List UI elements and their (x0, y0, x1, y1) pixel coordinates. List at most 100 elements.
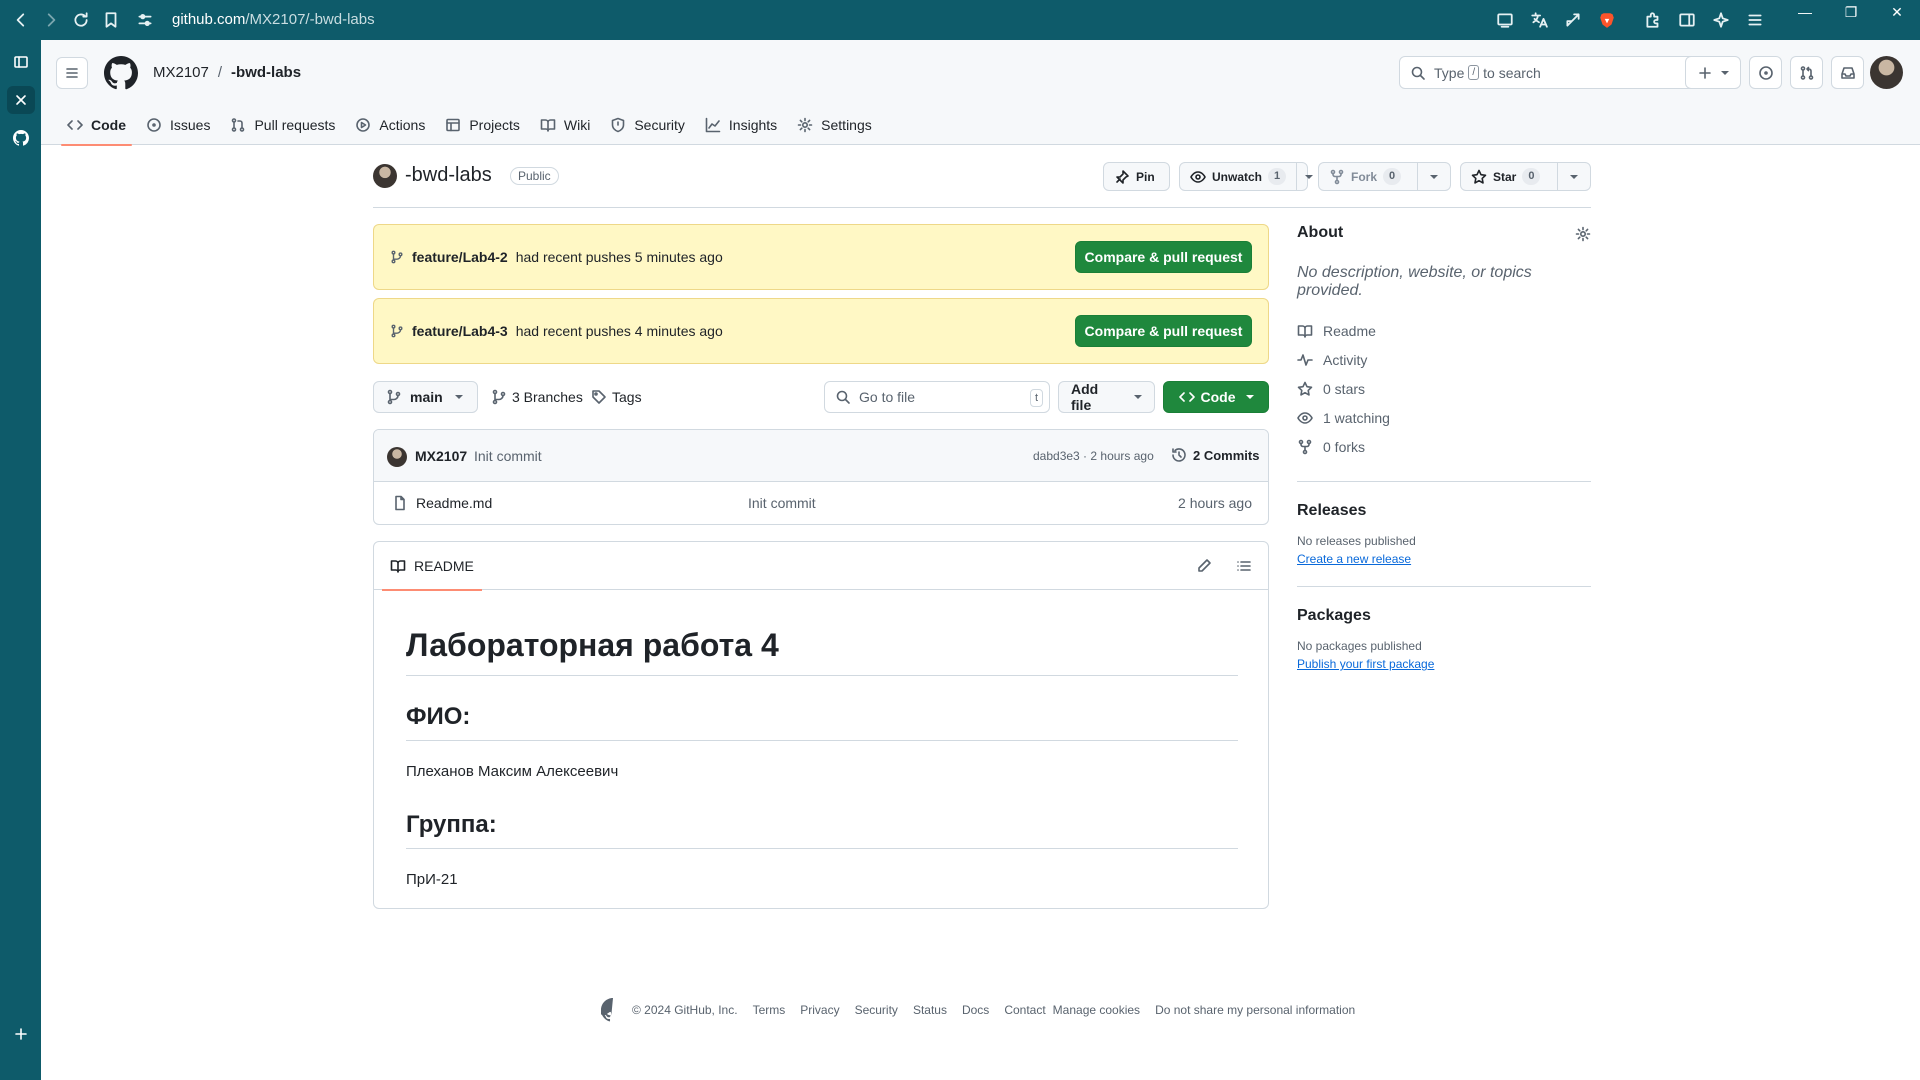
pencil-icon[interactable] (1196, 558, 1212, 574)
list-icon[interactable] (1236, 558, 1252, 574)
tab-projects[interactable]: Projects (435, 104, 530, 145)
create-release-link[interactable]: Create a new release (1297, 552, 1591, 566)
latest-commit-row: MX2107 Init commit dabd3e3 · 2 hours ago… (374, 430, 1268, 482)
footer-link-docs[interactable]: Docs (962, 1003, 989, 1017)
repo-content: feature/Lab4-2 had recent pushes 5 minute… (373, 224, 1269, 909)
fork-dropdown[interactable] (1417, 163, 1450, 190)
readme-student-name: Плеханов Максим Алексеевич (406, 763, 619, 780)
translate-button[interactable] (1524, 5, 1554, 35)
footer-link-manage-cookies[interactable]: Manage cookies (1053, 1003, 1140, 1017)
about-item-readme[interactable]: Readme (1297, 316, 1591, 345)
inbox-button[interactable] (1831, 56, 1864, 89)
menu-icon (66, 68, 78, 78)
sidebar-toggle-button[interactable] (1672, 5, 1702, 35)
compare-pull-request-button[interactable]: Compare & pull request (1075, 315, 1252, 347)
publish-package-link[interactable]: Publish your first package (1297, 657, 1591, 671)
branch-select-button[interactable]: main (373, 381, 478, 413)
back-button[interactable] (6, 5, 36, 35)
github-logo-icon[interactable] (104, 56, 138, 90)
pull-requests-button[interactable] (1790, 56, 1823, 89)
play-icon (356, 117, 371, 132)
github-mark-icon (12, 130, 29, 146)
plus-icon (14, 1028, 27, 1040)
unwatch-button[interactable]: Unwatch 1 (1179, 162, 1314, 191)
close-window-button[interactable]: ✕ (1874, 0, 1920, 24)
repo-name[interactable]: -bwd-labs (405, 164, 492, 187)
tab-settings[interactable]: Settings (787, 104, 882, 145)
tab-label: Security (634, 116, 685, 133)
global-search-input[interactable]: Type / to search (1399, 56, 1699, 89)
github-mark-icon[interactable] (601, 998, 625, 1022)
brave-shields-button[interactable] (1592, 5, 1622, 35)
tab-issues[interactable]: Issues (136, 104, 220, 145)
rail-github-button[interactable] (0, 119, 41, 157)
code-button[interactable]: Code (1163, 381, 1269, 413)
star-button[interactable]: Star 0 (1460, 162, 1591, 191)
share-button[interactable] (1558, 5, 1588, 35)
about-item-0-stars[interactable]: 0 stars (1297, 374, 1591, 403)
rail-add-button[interactable] (0, 1015, 41, 1053)
footer-link-privacy[interactable]: Privacy (800, 1003, 839, 1017)
reload-button[interactable] (66, 5, 96, 35)
footer-link-contact[interactable]: Contact (1004, 1003, 1045, 1017)
branch-icon (492, 389, 506, 405)
footer-link-status[interactable]: Status (913, 1003, 947, 1017)
compare-pull-request-button[interactable]: Compare & pull request (1075, 241, 1252, 273)
readme-content: Лабораторная работа 4 ФИО: Плеханов Макс… (406, 590, 1238, 891)
readme-tab[interactable]: README (382, 542, 482, 591)
browser-menu-button[interactable] (1740, 5, 1770, 35)
footer-link-security[interactable]: Security (855, 1003, 898, 1017)
minimize-button[interactable]: — (1782, 0, 1828, 24)
sidebar-panel-button[interactable] (0, 43, 41, 81)
star-dropdown[interactable] (1557, 163, 1590, 190)
tab-actions[interactable]: Actions (345, 104, 435, 145)
commit-author-link[interactable]: MX2107 (415, 448, 467, 464)
global-menu-button[interactable] (56, 57, 88, 89)
fork-button[interactable]: Fork 0 (1318, 162, 1451, 191)
releases-title[interactable]: Releases (1297, 502, 1591, 520)
bookmark-button[interactable] (96, 5, 126, 35)
github-header: MX2107 / -bwd-labs Type / to search Code Is… (41, 40, 1920, 146)
user-avatar[interactable] (1870, 56, 1903, 89)
tab-insights[interactable]: Insights (695, 104, 787, 145)
table-row[interactable]: Readme.md Init commit 2 hours ago (374, 482, 1268, 524)
commit-message-link[interactable]: Init commit (474, 448, 542, 464)
banner-branch-link[interactable]: feature/Lab4-3 (412, 323, 508, 339)
pin-button[interactable]: Pin (1103, 162, 1170, 191)
file-name-link[interactable]: Readme.md (416, 495, 492, 511)
forward-button[interactable] (36, 5, 66, 35)
commit-meta[interactable]: dabd3e3 · 2 hours ago (1033, 449, 1154, 463)
tab-wiki[interactable]: Wiki (530, 104, 600, 145)
add-file-button[interactable]: Add file (1058, 381, 1155, 413)
address-bar[interactable]: github.com/MX2107/-bwd-labs (172, 11, 375, 28)
about-item-label: 0 stars (1323, 380, 1366, 397)
cast-button[interactable] (1490, 5, 1520, 35)
tags-link[interactable]: Tags (591, 389, 642, 405)
about-item-1-watching[interactable]: 1 watching (1297, 403, 1591, 432)
footer-link-do-not-share-my-personal-information[interactable]: Do not share my personal information (1155, 1003, 1355, 1017)
branches-link[interactable]: 3 Branches (491, 389, 583, 405)
file-commit-message-link[interactable]: Init commit (748, 495, 816, 511)
create-new-button[interactable] (1685, 56, 1741, 89)
breadcrumb-owner-link[interactable]: MX2107 (153, 64, 209, 81)
go-to-file-input[interactable]: Go to file t (824, 381, 1050, 413)
packages-title[interactable]: Packages (1297, 607, 1591, 625)
tab-code[interactable]: Code (57, 104, 136, 146)
commits-link[interactable]: 2 Commits (1171, 447, 1259, 463)
issues-button[interactable] (1749, 56, 1782, 89)
site-info-button[interactable] (130, 5, 160, 35)
banner-branch-link[interactable]: feature/Lab4-2 (412, 249, 508, 265)
about-item-0-forks[interactable]: 0 forks (1297, 432, 1591, 461)
footer-link-terms[interactable]: Terms (753, 1003, 786, 1017)
leo-ai-button[interactable] (1706, 5, 1736, 35)
restore-button[interactable]: ❐ (1828, 0, 1874, 24)
extensions-button[interactable] (1638, 5, 1668, 35)
breadcrumb-repo-link[interactable]: -bwd-labs (231, 64, 301, 81)
tab-security[interactable]: Security (600, 104, 695, 145)
gear-icon[interactable] (1575, 226, 1591, 242)
tab-label: Actions (379, 116, 426, 133)
rail-close-button[interactable] (0, 81, 41, 119)
about-item-activity[interactable]: Activity (1297, 345, 1591, 374)
tab-pull-requests[interactable]: Pull requests (220, 104, 345, 145)
translate-icon (1531, 12, 1548, 28)
